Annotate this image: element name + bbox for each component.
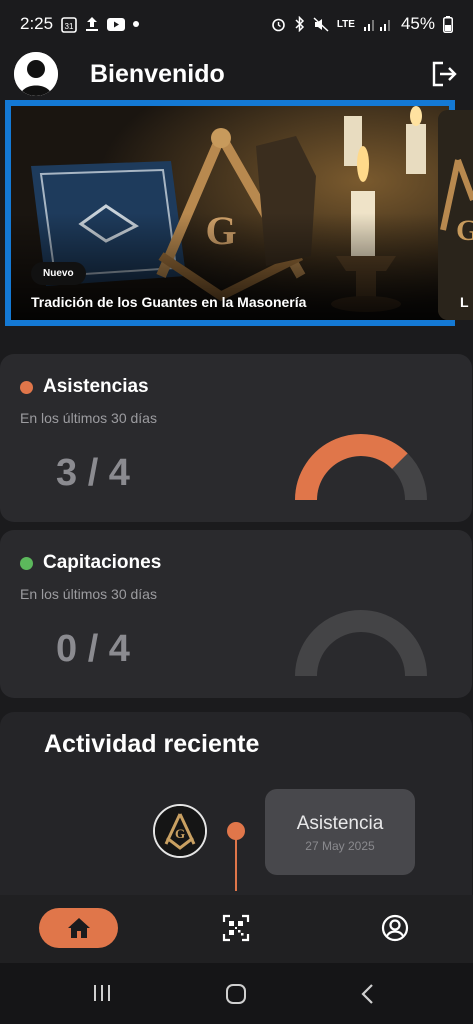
card-subtitle: En los últimos 30 días — [20, 586, 157, 602]
section-title: Actividad reciente — [44, 730, 260, 758]
lodge-logo: G — [153, 804, 207, 858]
nav-qr-scan-button[interactable] — [222, 914, 250, 947]
new-badge: Nuevo — [31, 262, 86, 285]
youtube-icon — [107, 17, 126, 31]
next-banner-title-fragment: L — [460, 294, 469, 310]
masonic-illustration: G — [11, 106, 449, 320]
home-system-icon[interactable] — [225, 983, 247, 1010]
svg-text:G: G — [175, 826, 185, 841]
avatar[interactable] — [14, 52, 58, 96]
attendance-card[interactable]: Asistencias En los últimos 30 días 3 / 4 — [0, 354, 472, 522]
banner-title: Tradición de los Guantes en la Masonería — [31, 294, 307, 310]
activity-item[interactable]: Asistencia 27 May 2025 — [265, 789, 415, 875]
system-navigation-bar — [0, 963, 473, 1024]
home-icon — [67, 918, 90, 938]
upload-icon — [85, 16, 99, 32]
capitation-count: 0 / 4 — [56, 628, 130, 670]
qr-scan-icon — [222, 914, 250, 942]
capitation-gauge — [295, 610, 427, 677]
card-title: Asistencias — [43, 376, 149, 397]
square-compass-icon: G — [155, 806, 205, 856]
next-banner-peek[interactable]: G L — [438, 110, 473, 320]
nav-home-button[interactable] — [39, 908, 118, 948]
attendance-gauge — [295, 434, 427, 501]
nav-profile-button[interactable] — [381, 914, 409, 947]
status-time: 2:25 — [20, 14, 54, 33]
capitation-card[interactable]: Capitaciones En los últimos 30 días 0 / … — [0, 530, 472, 698]
bottom-navigation — [0, 895, 473, 963]
gauge-track — [295, 610, 427, 677]
attendance-count: 3 / 4 — [56, 452, 130, 494]
status-dot-green — [20, 556, 33, 570]
status-dot-orange — [20, 380, 33, 394]
network-type: LTE — [336, 18, 355, 30]
user-silhouette-icon — [14, 52, 58, 96]
status-bar: 2:25 31 LTE 45% — [0, 0, 473, 48]
notification-dot-icon — [133, 21, 140, 27]
next-banner-image: G — [438, 110, 473, 320]
calendar-icon: 31 — [61, 16, 77, 33]
card-title: Capitaciones — [43, 552, 162, 573]
recent-apps-icon[interactable] — [92, 983, 112, 1008]
logout-icon[interactable] — [429, 59, 459, 89]
svg-text:G: G — [456, 214, 473, 247]
timeline-line — [235, 839, 237, 891]
timeline-dot — [227, 822, 245, 840]
activity-type: Asistencia — [296, 813, 384, 834]
profile-icon — [381, 914, 409, 942]
activity-date: 27 May 2025 — [305, 839, 375, 853]
page-title: Bienvenido — [90, 59, 225, 88]
mute-icon — [313, 16, 329, 32]
card-subtitle: En los últimos 30 días — [20, 410, 157, 426]
signal-icon — [363, 17, 393, 32]
back-icon[interactable] — [360, 983, 376, 1010]
gauge-fill — [295, 434, 408, 501]
svg-text:31: 31 — [65, 22, 74, 31]
app-header: Bienvenido — [0, 48, 473, 100]
battery-icon — [443, 15, 453, 33]
alarm-icon — [271, 17, 286, 32]
bluetooth-icon — [294, 16, 305, 32]
featured-news-banner[interactable]: G Nuevo Tradición de los Guantes en la M… — [5, 100, 455, 326]
battery-percent: 45% — [400, 14, 435, 33]
